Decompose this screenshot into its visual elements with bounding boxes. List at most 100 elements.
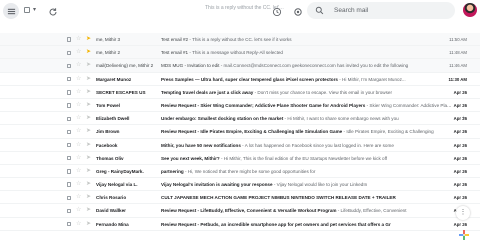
email-row[interactable]: ☆ ➤ me, Mithir 3 Test email #2 - This is a … xyxy=(0,33,480,47)
email-date: Apr 26 xyxy=(453,155,467,161)
email-sender: Tom Powel xyxy=(96,102,120,108)
email-date: Apr 26 xyxy=(453,89,467,95)
row-checkbox[interactable] xyxy=(67,156,72,161)
email-content: Tempting travel deals are just a click a… xyxy=(161,86,453,99)
email-row[interactable]: ☆ ➤ SECRET ESCAPES US Tempting travel deals… xyxy=(0,86,480,99)
star-icon[interactable]: ☆ xyxy=(76,46,81,59)
row-checkbox[interactable] xyxy=(67,37,72,42)
email-row[interactable]: ☆ ➤ me, Mithir 2 Test email #1 - This is a … xyxy=(0,46,480,60)
star-icon[interactable]: ☆ xyxy=(76,191,81,204)
important-icon[interactable]: ➤ xyxy=(86,59,91,72)
row-checkbox[interactable] xyxy=(67,169,72,174)
star-icon[interactable]: ☆ xyxy=(76,204,81,217)
email-row[interactable]: ☆ ➤ Vijay Nelogal via L. Vijay Nelogal's in… xyxy=(0,178,480,192)
star-icon[interactable]: ☆ xyxy=(76,59,81,72)
row-checkbox[interactable] xyxy=(67,103,72,108)
star-icon[interactable]: ☆ xyxy=(76,112,81,125)
email-sender: Jim Brown xyxy=(96,129,120,135)
email-content: Press Samples — Ultra hard, super clear … xyxy=(161,73,453,86)
email-date: 11:50 AM xyxy=(449,37,467,42)
row-checkbox[interactable] xyxy=(67,116,72,121)
email-row[interactable]: ☆ ➤ Margaret Munoz Press Samples — Ultra ha… xyxy=(0,73,480,86)
important-icon[interactable]: ➤ xyxy=(86,73,91,86)
row-checkbox[interactable] xyxy=(67,222,72,227)
email-sender: mail(Delivering) me, Mithir 2 xyxy=(96,63,154,69)
email-row[interactable]: ☆ ➤ David Wallker Review Request - LifeBudd… xyxy=(0,204,480,218)
clock-icon[interactable] xyxy=(272,4,282,17)
refresh-icon[interactable] xyxy=(48,4,58,16)
star-icon[interactable]: ☆ xyxy=(76,73,81,86)
email-row[interactable]: ☆ ➤ Facebook Mithir, you have 50 new notifi… xyxy=(0,139,480,152)
select-all-checkbox[interactable] xyxy=(24,7,30,13)
email-subject: Vijay Nelogal's invitation is awaiting y… xyxy=(161,182,273,188)
important-icon[interactable]: ➤ xyxy=(86,218,91,231)
email-date: 11:30 AM xyxy=(448,76,467,82)
star-icon[interactable]: ☆ xyxy=(76,86,81,99)
row-checkbox[interactable] xyxy=(67,90,72,95)
important-icon[interactable]: ➤ xyxy=(86,191,91,204)
email-sender: SECRET ESCAPES US xyxy=(96,89,146,95)
email-row[interactable]: ☆ ➤ Tom Powel Review Request - Skier Wing C… xyxy=(0,99,480,113)
more-vert-icon[interactable]: ⋮ xyxy=(456,206,470,220)
email-row[interactable]: ☆ ➤ mail(Delivering) me, Mithir 2 MDS MUG -… xyxy=(0,59,480,73)
important-icon[interactable]: ➤ xyxy=(86,46,91,59)
important-icon[interactable]: ➤ xyxy=(86,204,91,217)
email-date: Apr 26 xyxy=(453,182,467,188)
email-content: Review Request - Skier Wing Commander; A… xyxy=(161,99,453,112)
star-icon[interactable]: ☆ xyxy=(76,125,81,138)
menu-icon[interactable] xyxy=(3,3,19,19)
email-date: Apr 26 xyxy=(453,102,467,108)
email-content: Under embargo: Smallest docking station … xyxy=(161,112,453,125)
email-row[interactable]: ☆ ➤ Jim Brown Review Request - Idle Pirates… xyxy=(0,125,480,139)
email-content: Vijay Nelogal's invitation is awaiting y… xyxy=(161,178,453,191)
add-icon[interactable] xyxy=(458,228,470,240)
search-input[interactable] xyxy=(334,7,444,14)
row-checkbox[interactable] xyxy=(67,182,72,187)
email-snippet: - Hi, We noticed that there might be som… xyxy=(183,168,316,174)
row-checkbox[interactable] xyxy=(67,129,72,135)
email-subject: Test email #1 xyxy=(161,50,189,56)
email-snippet: - Hi Mithir, I want to share some embarg… xyxy=(283,116,399,122)
search-bar[interactable] xyxy=(307,2,455,19)
star-icon[interactable]: ☆ xyxy=(76,152,81,165)
star-icon[interactable]: ☆ xyxy=(76,139,81,152)
important-icon[interactable]: ➤ xyxy=(86,99,91,112)
row-checkbox[interactable] xyxy=(67,195,72,201)
email-row[interactable]: ☆ ➤ Fernando Mina Review Request - Petbuds,… xyxy=(0,218,480,231)
email-sender: Vijay Nelogal via L. xyxy=(96,182,138,188)
important-icon[interactable]: ➤ xyxy=(86,165,91,178)
email-subject: MDS MUG - Invitation to edit xyxy=(161,63,220,69)
important-icon[interactable]: ➤ xyxy=(86,152,91,165)
email-sender: Thomas Oliv xyxy=(96,155,124,161)
important-icon[interactable]: ➤ xyxy=(86,139,91,152)
email-sender: Greg - RainyDayMark. xyxy=(96,168,144,174)
email-row[interactable]: ☆ ➤ Greg - RainyDayMark. partnering - Hi, W… xyxy=(0,165,480,179)
important-icon[interactable]: ➤ xyxy=(86,112,91,125)
row-checkbox[interactable] xyxy=(67,208,72,214)
star-icon[interactable]: ☆ xyxy=(76,99,81,112)
email-row[interactable]: ☆ ➤ Thomas Oliv See you next week, Mithir? … xyxy=(0,152,480,165)
star-icon[interactable]: ☆ xyxy=(76,33,81,46)
chevron-down-icon[interactable]: ▾ xyxy=(33,6,36,14)
row-checkbox[interactable] xyxy=(67,63,72,69)
star-icon[interactable]: ☆ xyxy=(76,218,81,231)
important-icon[interactable]: ➤ xyxy=(86,86,91,99)
email-content: See you next week, Mithir? - Hi Mithir, … xyxy=(161,152,453,165)
avatar[interactable] xyxy=(463,3,477,17)
important-icon[interactable]: ➤ xyxy=(86,33,91,46)
email-row[interactable]: ☆ ➤ Chris Rosario CULT JAPANESE MECH ACTION… xyxy=(0,191,480,205)
email-snippet: - This is a message without Reply-All se… xyxy=(188,50,283,56)
important-icon[interactable]: ➤ xyxy=(86,125,91,138)
star-icon[interactable]: ☆ xyxy=(76,165,81,178)
email-subject: Review Request - LifeBuddy, Effective, C… xyxy=(161,208,337,214)
row-checkbox[interactable] xyxy=(67,50,72,55)
star-icon[interactable]: ☆ xyxy=(76,178,81,191)
email-subject: Review Request - Idle Pirates Empire, Ex… xyxy=(161,129,343,135)
row-checkbox[interactable] xyxy=(67,76,72,82)
important-icon[interactable]: ➤ xyxy=(86,178,91,191)
search-icon[interactable] xyxy=(315,6,324,15)
email-sender: David Wallker xyxy=(96,208,126,214)
email-row[interactable]: ☆ ➤ Elizabeth Dwell Under embargo: Smallest… xyxy=(0,112,480,126)
settings-icon[interactable] xyxy=(293,4,303,16)
row-checkbox[interactable] xyxy=(67,142,72,148)
